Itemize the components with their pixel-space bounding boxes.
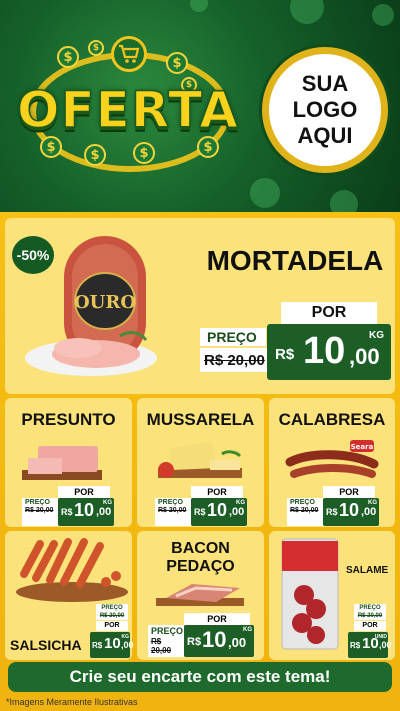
por-label: POR [354,621,386,631]
old-price-box: PREÇO R$ 20,00 [148,625,184,657]
product-name: SALSICHA [10,637,82,653]
coin-icon: $ [88,40,104,56]
por-label: POR [191,486,243,498]
coin-icon: $ [84,144,106,166]
hero-banner: $ $ $ $ $ $ $ $ OFERTA SUA LOGO AQUI [0,0,400,212]
salame-image [278,535,342,658]
old-price-box: PREÇO R$ 20,00 [96,604,128,620]
shopping-cart-icon [111,36,147,72]
price: R$ 10 ,00 KG [58,498,114,526]
product-name-line: PEDAÇO [166,558,235,575]
price-tag: PREÇO R$ 20,00 POR R$ 10 ,00 KG [148,613,254,659]
price-tag: PREÇO R$ 20,00 POR R$ 10 ,00 UNID [348,604,400,658]
price: R$ 10 ,00 KG [191,498,247,526]
create-flyer-button[interactable]: Crie seu encarte com este tema! [8,662,392,692]
featured-product-name: MORTADELA [206,245,384,276]
price: R$ 10 ,00 KG [90,632,134,658]
por-label: POR [58,486,110,498]
logo-text-line: LOGO [292,97,358,122]
currency: R$ [275,346,295,363]
mussarela-image [152,436,248,491]
old-price-box: PREÇO R$ 20,00 [354,604,386,620]
price-unit: KG [369,330,384,341]
preco-label: PREÇO [25,499,50,506]
preco-label: PREÇO [151,626,184,636]
product-name-line: BACON [171,540,230,557]
oferta-title: OFERTA [16,80,239,140]
coin-icon: $ [166,52,188,74]
product-name: MUSSARELA [146,410,255,429]
bokeh-light [250,178,280,208]
price-tag: PREÇO R$ 20,00 POR R$ 10 ,00 KG [287,486,379,528]
por-label: POR [281,302,377,324]
logo-text-line: SUA [301,71,349,96]
price-tag: PREÇO R$ 20,00 POR R$ 10 ,00 KG [155,486,247,528]
old-price: R$ 20,00 [151,637,172,655]
old-price-box: R$ 20,00 [200,348,268,372]
salsicha-image [10,536,128,611]
bokeh-light [372,4,394,26]
presunto-image [22,436,112,491]
price-tag: PREÇO R$ 20,00 POR R$ 10 ,00 KG [90,604,146,658]
bokeh-light [330,190,358,212]
product-name: PRESUNTO [21,410,116,429]
old-price: R$ 20,00 [158,507,187,514]
calabresa-image: Seara [284,436,380,491]
preco-label: PREÇO [290,499,315,506]
discount-badge: -50% [10,234,56,276]
logo-text-line: AQUI [297,123,353,148]
old-price-box: PREÇO R$ 20,00 [287,498,323,526]
price: R$ 10 ,00 KG [184,625,254,657]
brand-label: OURO [74,292,136,313]
bokeh-light [190,0,208,12]
featured-price: R$ 10 ,00 KG [267,324,391,380]
price-tag: PREÇO R$ 20,00 POR R$ 10 ,00 KG [22,486,114,528]
preco-label: PREÇO [200,328,266,346]
disclaimer: *Imagens Meramente Ilustrativas [6,697,138,707]
preco-label: PREÇO [158,499,183,506]
price: R$ 10 ,00 KG [323,498,379,526]
old-price-box: PREÇO R$ 20,00 [155,498,191,526]
coin-icon: $ [133,142,155,164]
por-label: POR [184,613,250,625]
price-decimal: ,00 [349,344,380,369]
coin-icon: $ [57,46,79,68]
old-price: R$ 20,00 [290,507,319,514]
price-integer: 10 [303,330,346,372]
logo-placeholder[interactable]: SUA LOGO AQUI [262,47,388,173]
seara-logo: Seara [351,443,374,451]
old-price: R$ 20,00 [204,352,265,369]
product-name: BACON PEDAÇO [137,540,264,576]
product-name: SALAME [346,565,389,576]
old-price-box: PREÇO R$ 20,00 [22,498,58,526]
price: R$ 10 ,00 UNID [348,632,392,658]
por-label: POR [323,486,375,498]
product-name: CALABRESA [278,410,386,429]
bacon-image [156,578,248,615]
por-label: POR [96,621,128,631]
old-price: R$ 20,00 [25,507,54,514]
bokeh-light [290,0,324,24]
